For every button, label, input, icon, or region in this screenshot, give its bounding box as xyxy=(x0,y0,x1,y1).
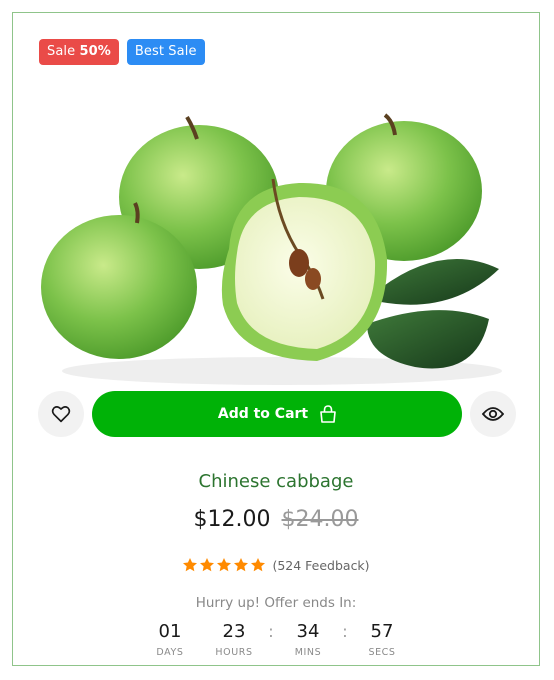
countdown-separator: : xyxy=(342,622,348,641)
star-icon xyxy=(251,558,266,572)
apple-half xyxy=(221,178,388,361)
countdown-days: 01 DAYS xyxy=(138,621,202,658)
countdown-value: 57 xyxy=(370,621,394,642)
star-icon xyxy=(217,558,232,572)
feedback-count: (524 Feedback) xyxy=(272,557,370,573)
product-card[interactable]: Sale 50% Best Sale Add to Cart Chinese c… xyxy=(12,12,540,666)
wishlist-button[interactable] xyxy=(38,391,84,437)
countdown-secs: 57 SECS xyxy=(350,621,414,658)
price-row: $12.00 $24.00 xyxy=(13,507,539,532)
quick-view-button[interactable] xyxy=(470,391,516,437)
bag-icon xyxy=(320,405,336,423)
heart-icon xyxy=(51,406,71,423)
sale-badge: Sale 50% xyxy=(39,39,119,65)
rating-row: (524 Feedback) xyxy=(13,557,539,573)
countdown-unit-label: DAYS xyxy=(156,647,184,658)
sale-badge-prefix: Sale xyxy=(47,44,76,59)
offer-label: Hurry up! Offer ends In: xyxy=(195,595,357,611)
countdown-separator: : xyxy=(268,622,274,641)
countdown-hours: 23 HOURS xyxy=(202,621,266,658)
product-name[interactable]: Chinese cabbage xyxy=(13,471,539,492)
countdown-unit-label: HOURS xyxy=(215,647,253,658)
countdown-unit-label: MINS xyxy=(294,647,322,658)
best-sale-badge: Best Sale xyxy=(126,39,205,65)
eye-icon xyxy=(482,407,504,421)
current-price: $12.00 xyxy=(193,507,271,532)
sale-badge-value: 50% xyxy=(79,44,111,59)
star-icon xyxy=(200,558,215,572)
star-icon xyxy=(183,558,198,572)
product-actions: Add to Cart xyxy=(38,391,516,437)
product-image[interactable] xyxy=(37,109,527,399)
star-icon xyxy=(234,558,249,572)
original-price: $24.00 xyxy=(281,507,359,532)
badges: Sale 50% Best Sale xyxy=(39,39,205,65)
countdown-value: 01 xyxy=(158,621,182,642)
countdown-unit-label: SECS xyxy=(368,647,396,658)
countdown-timer: 01 DAYS 23 HOURS : 34 MINS : 57 SECS xyxy=(13,621,539,658)
add-to-cart-label: Add to Cart xyxy=(217,406,309,422)
countdown-value: 23 xyxy=(222,621,246,642)
rating-stars xyxy=(182,557,266,573)
add-to-cart-button[interactable]: Add to Cart xyxy=(92,391,462,437)
countdown-value: 34 xyxy=(296,621,320,642)
countdown-mins: 34 MINS xyxy=(276,621,340,658)
